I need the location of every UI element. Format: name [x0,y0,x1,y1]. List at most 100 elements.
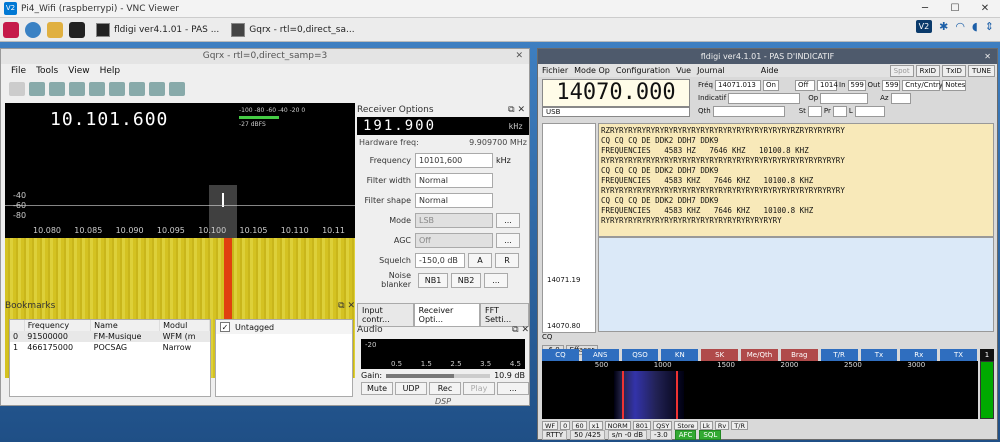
center-icon[interactable] [169,82,185,96]
dock-icon[interactable]: ⧉ ✕ [512,325,529,339]
rst-in-field[interactable]: 599 [847,79,866,91]
afc-toggle[interactable]: AFC [674,430,697,440]
op-field[interactable] [820,92,869,104]
tr-button[interactable]: T/R [731,421,748,430]
tune-toggle[interactable]: TUNE [967,65,995,77]
macro-qso[interactable]: QSO [621,349,659,361]
gain-slider[interactable] [386,373,491,378]
raspberry-menu-icon[interactable] [3,21,19,38]
table-row[interactable]: 1 466175000 POCSAG Narrow [10,342,210,353]
squelch-reset-button[interactable]: R [495,252,519,268]
on-time-button[interactable]: On [763,79,779,91]
nb1-button[interactable]: NB1 [418,272,448,288]
minimize-button[interactable]: ─ [910,0,940,18]
gqrx-close-icon[interactable]: ✕ [515,49,523,64]
close-button[interactable]: ✕ [970,0,1000,18]
rec-button[interactable]: Rec [429,382,461,395]
country-button[interactable]: Cnty/Cntry [902,79,943,91]
tab-receiver-options[interactable]: Receiver Opti... [413,303,480,327]
macro-kn[interactable]: KN [661,349,699,361]
macro-tr[interactable]: T/R [820,349,858,361]
wifi-icon[interactable]: ◠ [955,20,965,33]
device-icon[interactable] [29,82,45,96]
open-icon[interactable] [49,82,65,96]
browser-icon[interactable] [25,21,41,38]
rst-out-field[interactable]: 599 [882,79,901,91]
fldigi-close-icon[interactable]: ✕ [984,49,991,64]
az-field[interactable] [890,92,911,104]
tools-icon[interactable] [149,82,165,96]
squelch-auto-button[interactable]: A [468,252,492,268]
qsy-button[interactable]: QSY [653,421,673,430]
table-row[interactable]: 0 91500000 FM-Musique WFM (m [10,331,210,342]
callsign-field[interactable] [728,92,801,104]
macro-tx2[interactable]: TX [940,349,977,361]
vnc-tray-icon[interactable]: V2 [915,20,933,33]
dock-icon[interactable]: ⧉ ✕ [338,301,355,315]
sql-toggle[interactable]: SQL [699,430,722,440]
notes-button[interactable]: Notes [942,79,967,91]
reverse-button[interactable]: Rv [714,421,730,430]
tab-fft-settings[interactable]: FFT Setti... [479,303,530,327]
rig-mode-select[interactable]: USB [542,107,690,117]
play-button[interactable]: Play [463,382,495,395]
untagged-checkbox[interactable]: ✓ [220,322,230,332]
screenshot-icon[interactable] [89,82,105,96]
filter-width-select[interactable]: Normal [415,172,493,188]
qth-field[interactable] [712,105,785,117]
save-icon[interactable] [69,82,85,96]
menu-config[interactable]: Configuration [616,64,670,77]
off-time-field[interactable]: 1014 [817,79,838,91]
menu-tools[interactable]: Tools [36,64,58,78]
menu-file[interactable]: File [11,64,26,78]
menu-aide[interactable]: Aide [761,64,779,77]
rig-frequency[interactable]: 14070.000 [542,79,690,107]
macro-cq[interactable]: CQ [542,349,579,361]
off-time-button[interactable]: Off [795,79,815,91]
volume-icon[interactable]: ◖ [972,20,978,33]
config-icon[interactable] [109,82,125,96]
filter-shape-select[interactable]: Normal [415,192,493,208]
store-button[interactable]: Store [674,421,698,430]
qso-freq-field[interactable]: 14071.013 [715,79,761,91]
wf-ref-field[interactable]: 0 [560,421,571,430]
st-field[interactable] [807,105,822,117]
taskbar-gqrx[interactable]: Gqrx - rtl=0,direct_sa... [227,20,358,40]
audio-options-button[interactable]: ... [497,382,529,395]
rxid-toggle[interactable]: RxID [915,65,941,77]
macro-meqth[interactable]: Me/Qth [741,349,778,361]
maximize-button[interactable]: ☐ [940,0,970,18]
wf-speed-button[interactable]: NORM [604,421,631,430]
menu-vue[interactable]: Vue [676,64,691,77]
udp-button[interactable]: UDP [395,382,427,395]
macro-sk[interactable]: SK [701,349,739,361]
macro-brag[interactable]: Brag [780,349,818,361]
play-icon[interactable] [9,82,25,96]
lnb-freq-display[interactable]: 191.900 kHz [357,117,529,135]
terminal-icon[interactable] [69,21,85,38]
lock-button[interactable]: Lk [699,421,713,430]
wf-mode-button[interactable]: WF [542,421,559,430]
rx-text-pane[interactable]: RZRYRYRYRYRYRYRYRYRYRYRYRYRYRYRYRYRYRYRY… [598,123,994,237]
macro-tx[interactable]: Tx [860,349,898,361]
menu-fichier[interactable]: Fichier [542,64,568,77]
fldigi-waterfall[interactable] [542,371,978,419]
locator-field[interactable] [854,105,885,117]
mode-select[interactable]: LSB [415,212,493,228]
menu-view[interactable]: View [68,64,89,78]
taskbar-fldigi[interactable]: fldigi ver4.1.01 - PAS ... [92,20,223,40]
menu-mode[interactable]: Mode Op [574,64,610,77]
frequency-input[interactable]: 10101,600 [415,152,493,168]
macro-rx[interactable]: Rx [900,349,938,361]
status-mode[interactable]: RTTY [542,430,568,440]
folder-icon[interactable] [47,21,63,38]
frequency-scope[interactable]: 14071.19 14070.80 [542,123,596,333]
mute-button[interactable]: Mute [361,382,393,395]
macro-set[interactable]: 1 [979,349,994,361]
status-level[interactable]: -3.0 [650,430,672,440]
tray-chevron-icon[interactable]: ⇕ [985,20,994,33]
menu-help[interactable]: Help [100,64,121,78]
spot-toggle[interactable]: Spot [889,65,914,77]
squelch-input[interactable]: -150,0 dB [415,252,465,268]
mode-options-button[interactable]: ... [496,212,520,228]
